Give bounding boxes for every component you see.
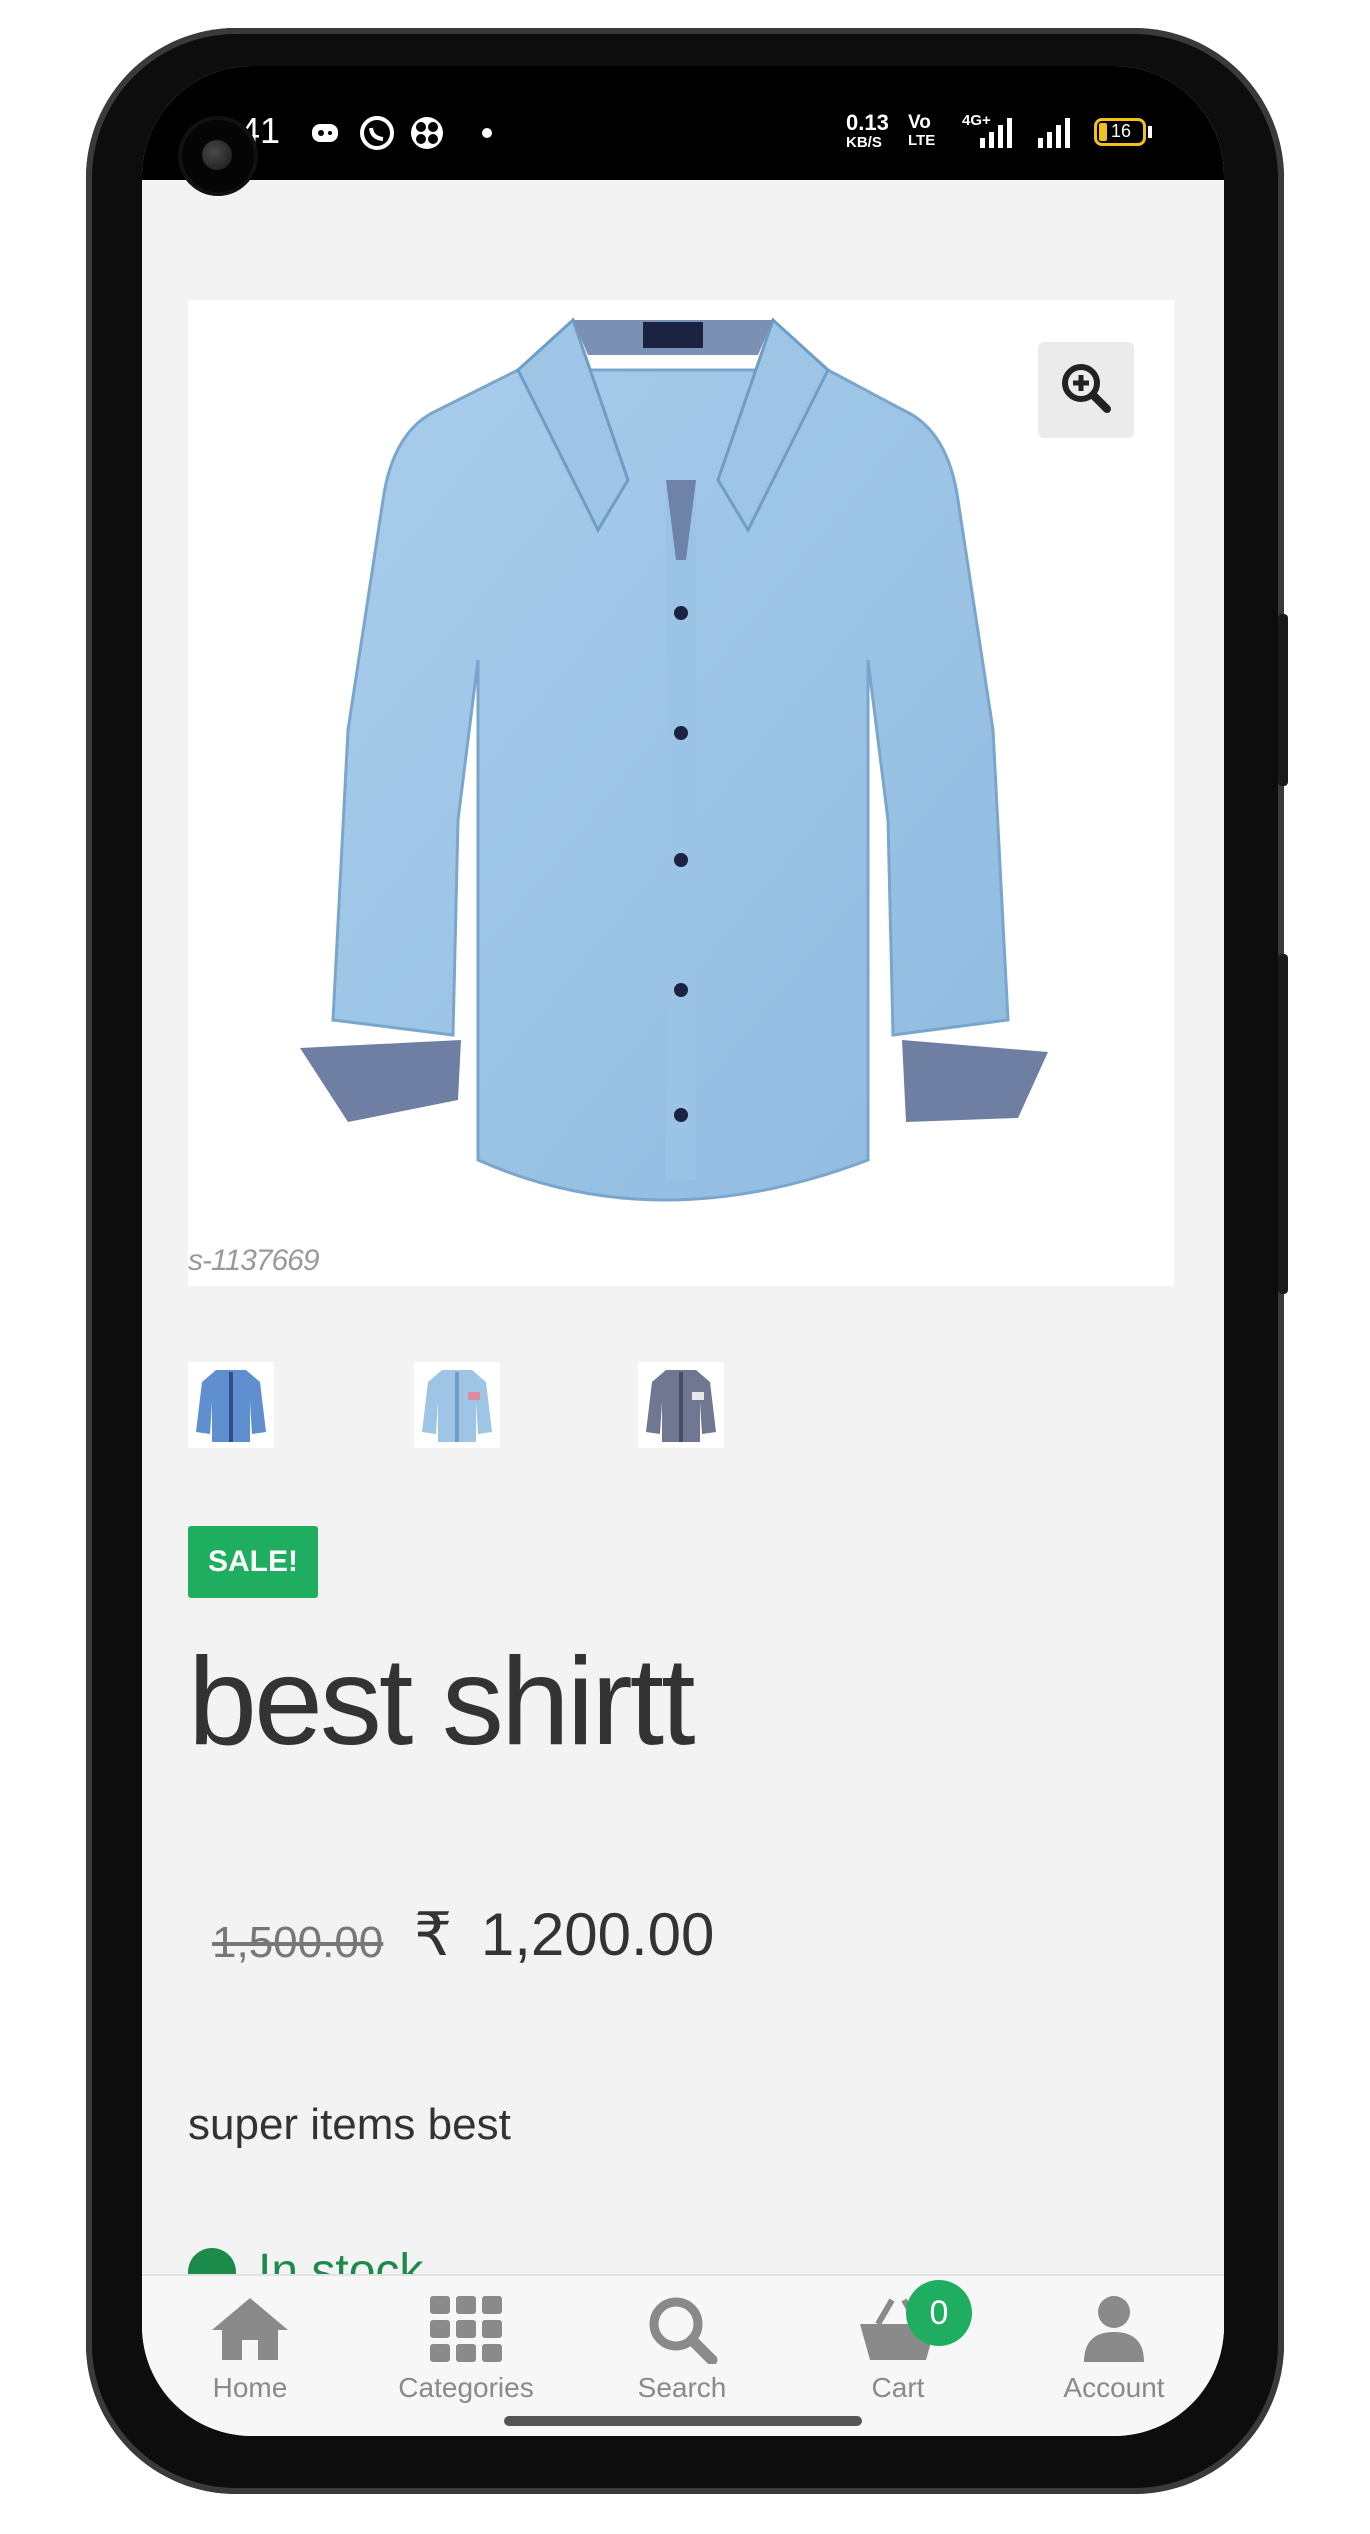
home-indicator[interactable] — [504, 2416, 862, 2426]
product-main-image[interactable] — [188, 300, 1174, 1286]
status-bar: 9:41 0.13 KB/S Vo LTE 4G+ 16 — [142, 66, 1224, 180]
thumbnail-2[interactable] — [414, 1362, 500, 1448]
nav-cart-label: Cart — [871, 2372, 925, 2403]
old-price: 1,500.00 — [212, 1918, 384, 1967]
nav-home[interactable]: Home — [160, 2294, 340, 2404]
camera-lens — [202, 140, 232, 170]
game-icon — [310, 118, 344, 152]
thumbnail-3[interactable] — [638, 1362, 724, 1448]
sku-watermark: s-1137669 — [188, 1244, 320, 1277]
power-button — [1278, 954, 1288, 1294]
net-speed-value: 0.13 — [846, 110, 889, 135]
zoom-button[interactable] — [1038, 342, 1134, 438]
notification-dot — [482, 128, 492, 138]
whatsapp-icon — [358, 114, 396, 156]
phone-screen: 9:41 0.13 KB/S Vo LTE 4G+ 16 s-1137669 S… — [142, 66, 1224, 2436]
nav-account[interactable]: Account — [1024, 2294, 1204, 2404]
nav-home-label: Home — [212, 2372, 288, 2403]
battery-tip — [1148, 126, 1152, 138]
zoom-in-icon — [1059, 361, 1113, 419]
battery-icon: 16 — [1094, 118, 1146, 146]
signal-icon — [978, 116, 1014, 154]
shirt-illustration — [300, 317, 1048, 1202]
grid-icon — [428, 2294, 504, 2368]
nav-search[interactable]: Search — [592, 2294, 772, 2404]
battery-level: 16 — [1111, 121, 1132, 141]
nav-categories[interactable]: Categories — [376, 2294, 556, 2404]
volte-top: Vo — [908, 112, 931, 133]
sale-badge: SALE! — [188, 1526, 318, 1598]
nav-categories-label: Categories — [398, 2372, 534, 2403]
nav-search-label: Search — [637, 2372, 727, 2403]
product-title: best shirtt — [188, 1633, 696, 1771]
volte-bottom: LTE — [908, 132, 936, 149]
user-icon — [1076, 2294, 1152, 2368]
bottom-nav: Home Categories Search 0 Cart Account — [142, 2274, 1224, 2436]
battery-fill — [1099, 123, 1107, 141]
fan-icon — [408, 114, 446, 156]
currency-symbol: ₹ — [414, 1901, 453, 1968]
product-description: super items best — [188, 2100, 511, 2149]
nav-account-label: Account — [1063, 2372, 1165, 2403]
nav-cart[interactable]: 0 Cart — [808, 2280, 988, 2404]
thumbnail-1[interactable] — [188, 1362, 274, 1448]
cart-count-badge: 0 — [906, 2280, 972, 2346]
signal-icon-2 — [1036, 116, 1072, 154]
current-price: ₹ 1,200.00 — [414, 1900, 714, 1970]
net-speed-unit: KB/S — [846, 134, 882, 151]
price-value: 1,200.00 — [480, 1901, 715, 1968]
home-icon — [208, 2294, 292, 2368]
search-icon — [644, 2294, 720, 2368]
volume-button — [1278, 614, 1288, 786]
